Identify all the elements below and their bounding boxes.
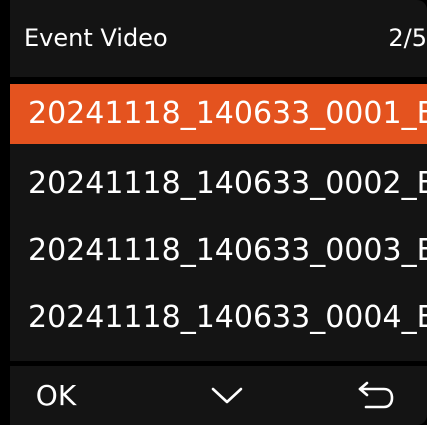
- list-item[interactable]: 20241118_140633_0004_E...: [10, 288, 427, 348]
- event-video-list: 20241118_140633_0001_E... 20241118_14063…: [10, 84, 427, 361]
- back-button[interactable]: [345, 366, 405, 425]
- file-name: 20241118_140633_0002_E...: [28, 166, 427, 201]
- ok-button[interactable]: OK: [26, 366, 86, 425]
- down-button[interactable]: [202, 366, 252, 425]
- page-indicator: 2/5: [388, 24, 427, 52]
- list-item-selected[interactable]: 20241118_140633_0001_E...: [10, 84, 427, 144]
- file-name: 20241118_140633_0003_E...: [28, 233, 427, 268]
- list-item[interactable]: 20241118_140633_0002_E...: [10, 154, 427, 214]
- footer-bar: OK: [10, 366, 427, 425]
- header-bar: Event Video 2/5: [10, 0, 427, 77]
- chevron-down-icon: [211, 387, 243, 403]
- list-item[interactable]: 20241118_140633_0003_E...: [10, 221, 427, 281]
- file-name: 20241118_140633_0001_E...: [28, 96, 427, 131]
- page-title: Event Video: [24, 24, 168, 52]
- file-name: 20241118_140633_0004_E...: [28, 300, 427, 335]
- dashcam-screen: Event Video 2/5 20241118_140633_0001_E..…: [0, 0, 427, 425]
- return-arrow-icon: [358, 381, 394, 408]
